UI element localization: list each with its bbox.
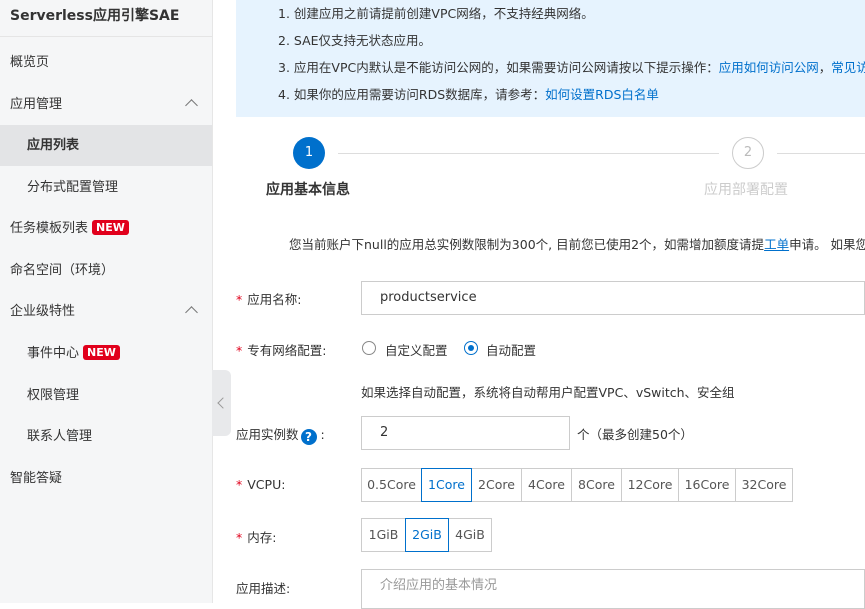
instances-label-colon: :: [320, 427, 325, 442]
nav-namespace[interactable]: 命名空间（环境）: [0, 250, 212, 291]
step-connector: [338, 153, 719, 154]
instances-label-text: 应用实例数: [236, 427, 299, 442]
nav-task-templates-label: 任务模板列表: [10, 221, 89, 236]
nav-app-list-label: 应用列表: [27, 138, 80, 153]
radio-custom-config-label[interactable]: 自定义配置: [385, 340, 448, 359]
radio-custom-config[interactable]: [362, 341, 376, 355]
step-1-indicator: 1: [293, 137, 325, 169]
vpc-config-label: * 专有网络配置:: [236, 340, 326, 359]
vcpu-option[interactable]: 4Core: [521, 468, 572, 502]
link-common-access[interactable]: 常见访问: [831, 60, 865, 75]
vcpu-option[interactable]: 12Core: [621, 468, 679, 502]
memory-selector: 1GiB 2GiB 4GiB: [361, 518, 492, 552]
nav-contacts-label: 联系人管理: [27, 429, 93, 444]
nav-event-center-label: 事件中心: [27, 346, 80, 361]
memory-label: * 内存:: [236, 527, 276, 546]
memory-label-text: 内存:: [247, 530, 277, 545]
step-1-title: 应用基本信息: [266, 182, 350, 198]
nav-app-list[interactable]: 应用列表: [0, 125, 212, 166]
notice-line-1: 1. 创建应用之前请提前创建VPC网络，不支持经典网络。: [278, 6, 594, 21]
vpc-config-label-text: 专有网络配置:: [247, 343, 327, 358]
help-icon[interactable]: ?: [300, 429, 317, 445]
nav-enterprise-features-label: 企业级特性: [10, 304, 76, 319]
notice-box: 1. 创建应用之前请提前创建VPC网络，不支持经典网络。 2. SAE仅支持无状…: [236, 0, 865, 117]
required-mark: *: [236, 530, 243, 545]
instances-input[interactable]: 2: [361, 416, 570, 450]
vcpu-selector: 0.5Core 1Core 2Core 4Core 8Core 12Core 1…: [361, 468, 793, 502]
notice-line-2: 2. SAE仅支持无状态应用。: [278, 33, 432, 48]
vcpu-option[interactable]: 8Core: [571, 468, 622, 502]
memory-option-selected[interactable]: 2GiB: [405, 518, 449, 552]
app-name-label: * 应用名称:: [236, 289, 301, 308]
new-badge: NEW: [92, 220, 129, 235]
required-mark: *: [236, 477, 243, 492]
required-mark: *: [236, 292, 243, 307]
nav-permissions-label: 权限管理: [27, 388, 80, 403]
step-2-indicator: 2: [732, 137, 764, 169]
nav-task-templates[interactable]: 任务模板列表 NEW: [0, 208, 212, 249]
radio-auto-config-label[interactable]: 自动配置: [486, 340, 536, 359]
description-textarea[interactable]: 介绍应用的基本情况: [361, 569, 865, 609]
instances-unit: 个（最多创建50个）: [577, 427, 693, 442]
nav-smart-qa-label: 智能答疑: [10, 471, 63, 486]
nav-overview[interactable]: 概览页: [0, 42, 212, 83]
step-2-title: 应用部署配置: [704, 182, 788, 198]
link-rds-whitelist[interactable]: 如何设置RDS白名单: [545, 87, 659, 102]
memory-option[interactable]: 1GiB: [361, 518, 406, 552]
vcpu-label-text: VCPU:: [247, 477, 286, 492]
nav-event-center[interactable]: 事件中心 NEW: [0, 333, 212, 374]
vcpu-option[interactable]: 16Core: [678, 468, 736, 502]
app-name-input[interactable]: productservice: [361, 281, 865, 315]
nav-permissions[interactable]: 权限管理: [0, 375, 212, 416]
nav-overview-label: 概览页: [10, 55, 50, 70]
nav-distributed-config-label: 分布式配置管理: [27, 180, 119, 195]
quota-info-suffix: 申请。 如果您的: [789, 237, 865, 252]
nav-app-management[interactable]: 应用管理: [0, 84, 212, 125]
nav-enterprise-features[interactable]: 企业级特性: [0, 291, 212, 332]
app-name-label-text: 应用名称:: [247, 292, 302, 307]
description-label: 应用描述:: [236, 581, 291, 596]
vcpu-option[interactable]: 2Core: [471, 468, 522, 502]
step-connector: [777, 153, 865, 154]
sidebar-collapse-button[interactable]: [212, 370, 231, 436]
quota-info-text: 您当前账户下null的应用总实例数限制为300个, 目前您已使用2个，如需增加额…: [289, 237, 765, 252]
required-mark: *: [236, 343, 243, 358]
chevron-left-icon: [217, 397, 229, 409]
vcpu-label: * VCPU:: [236, 477, 285, 492]
notice-separator: ，: [818, 60, 832, 75]
new-badge: NEW: [83, 345, 120, 360]
nav-namespace-label: 命名空间（环境）: [10, 263, 115, 278]
nav-app-management-label: 应用管理: [10, 97, 63, 112]
product-title: Serverless应用引擎SAE: [0, 0, 212, 37]
chevron-up-icon: [185, 306, 198, 319]
nav-distributed-config[interactable]: 分布式配置管理: [0, 167, 212, 208]
vcpu-option[interactable]: 32Core: [735, 468, 793, 502]
radio-auto-config[interactable]: [464, 341, 478, 355]
memory-option[interactable]: 4GiB: [448, 518, 492, 552]
vcpu-option[interactable]: 0.5Core: [361, 468, 422, 502]
notice-line-4-text: 4. 如果你的应用需要访问RDS数据库，请参考：: [278, 87, 546, 102]
link-ticket[interactable]: 工单: [764, 237, 789, 252]
nav-smart-qa[interactable]: 智能答疑: [0, 458, 212, 499]
link-public-access[interactable]: 应用如何访问公网: [719, 60, 819, 75]
vcpu-option-selected[interactable]: 1Core: [421, 468, 472, 502]
notice-line-3-text: 3. 应用在VPC内默认是不能访问公网的，如果需要访问公网请按以下提示操作：: [278, 60, 719, 75]
nav-contacts[interactable]: 联系人管理: [0, 416, 212, 457]
notice-line-4: 4. 如果你的应用需要访问RDS数据库，请参考：如何设置RDS白名单: [278, 84, 659, 103]
instances-label: 应用实例数? :: [236, 424, 325, 445]
sidebar: Serverless应用引擎SAE 概览页 应用管理 应用列表 分布式配置管理 …: [0, 0, 213, 603]
vpc-hint: 如果选择自动配置，系统将自动帮用户配置VPC、vSwitch、安全组: [361, 385, 735, 400]
quota-info: 您当前账户下null的应用总实例数限制为300个, 目前您已使用2个，如需增加额…: [289, 234, 865, 253]
chevron-up-icon: [185, 99, 198, 112]
notice-line-3: 3. 应用在VPC内默认是不能访问公网的，如果需要访问公网请按以下提示操作：应用…: [278, 57, 865, 76]
